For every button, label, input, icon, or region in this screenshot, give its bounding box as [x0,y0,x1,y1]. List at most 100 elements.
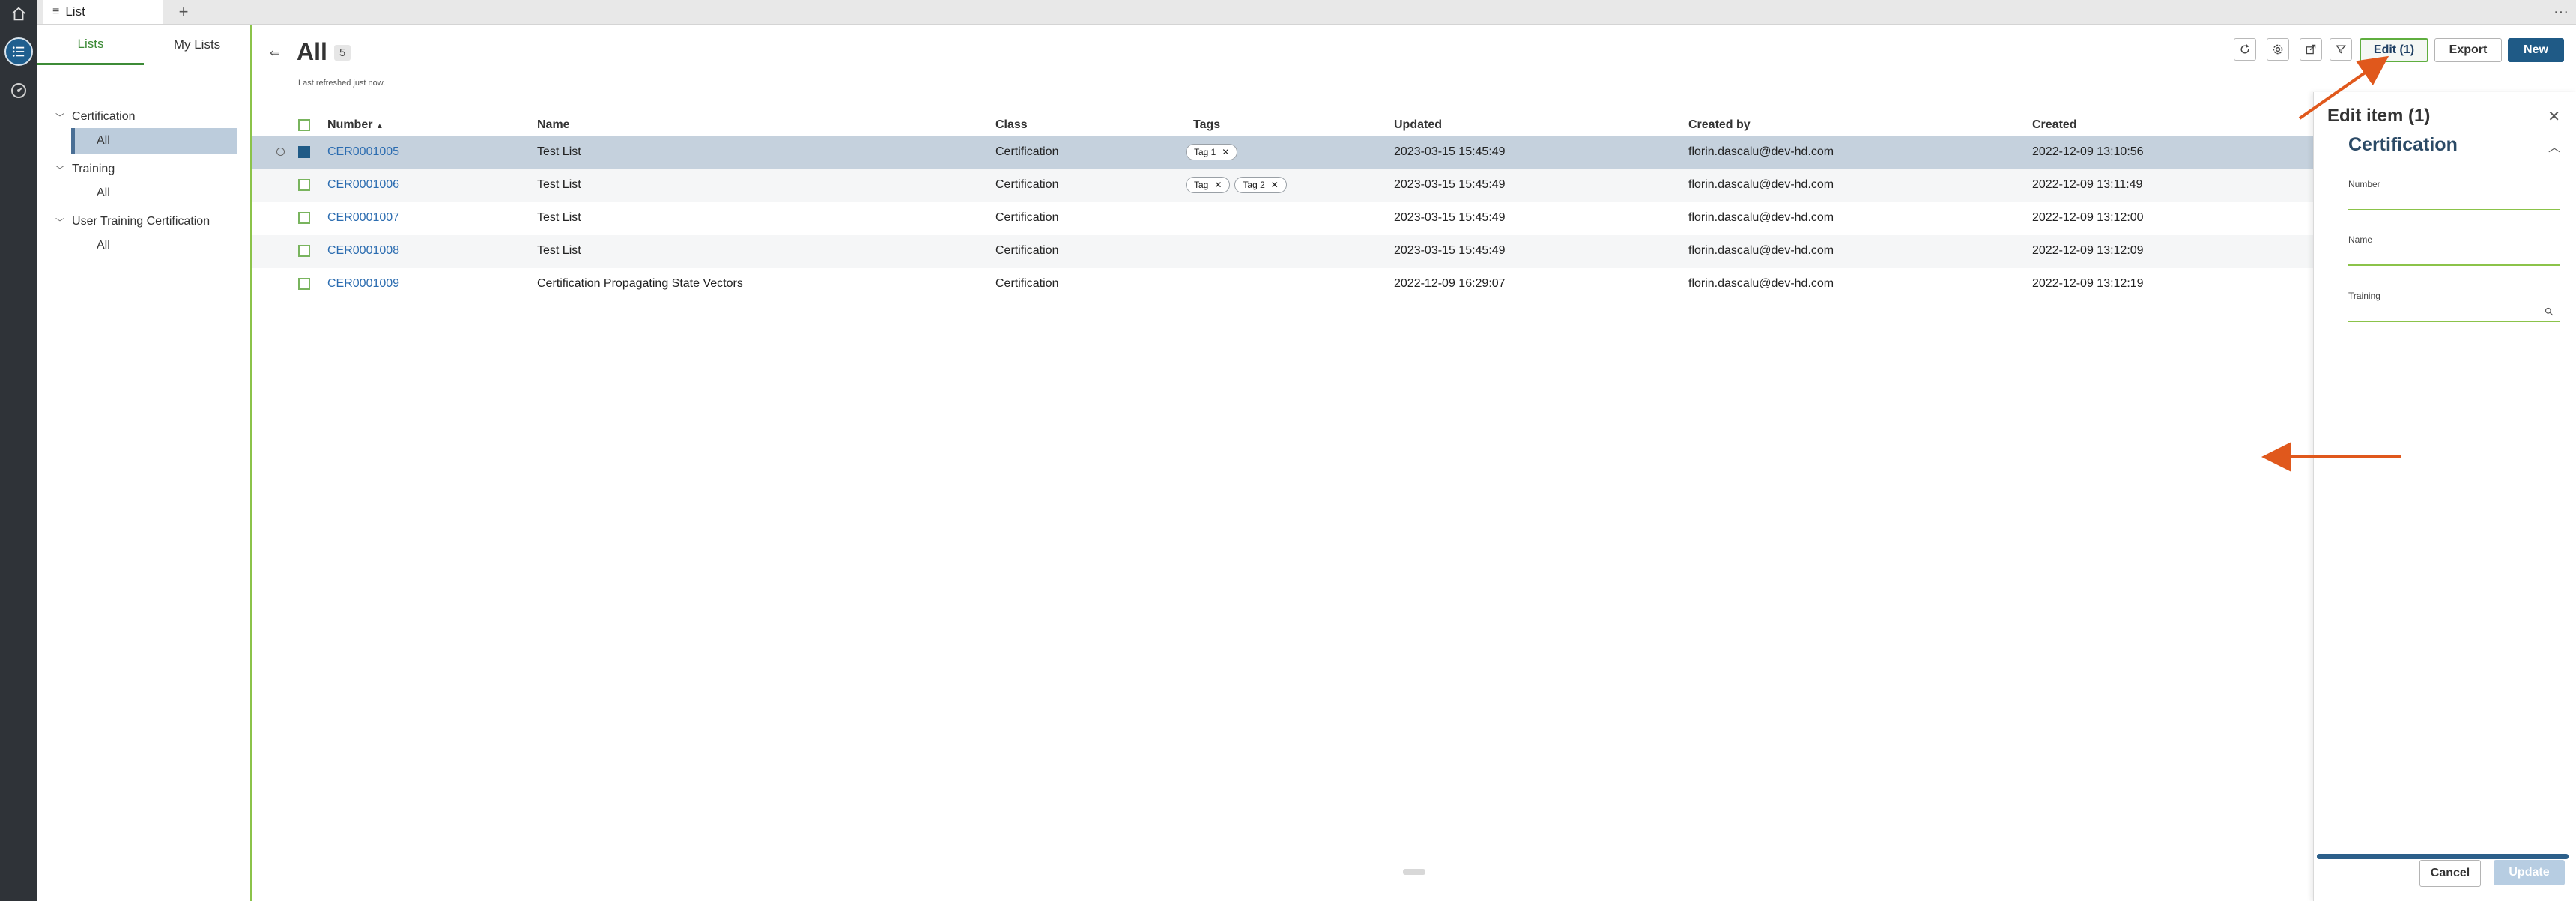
tab-label: List [65,4,85,19]
remove-tag-icon[interactable]: ✕ [1222,147,1229,157]
export-button[interactable]: Export [2434,38,2502,62]
number-input[interactable] [2348,209,2560,210]
record-class: Certification [995,211,1059,224]
row-checkbox[interactable] [298,212,310,224]
tree-group-certification[interactable]: ﹀ Certification [55,110,136,124]
edit-button[interactable]: Edit (1) [2360,38,2428,62]
edit-item-panel: Edit item (1) ✕ Certification ︿ Number N… [2313,92,2576,901]
record-number-link[interactable]: CER0001006 [327,178,399,192]
record-created: 2022-12-09 13:12:09 [2032,244,2144,257]
record-created-by: florin.dascalu@dev-hd.com [1688,145,1834,158]
record-class: Certification [995,178,1059,191]
lists-tabs: Lists My Lists [37,25,250,67]
tab-my-lists[interactable]: My Lists [144,25,250,65]
tag-chip: Tag 1 ✕ [1186,144,1238,160]
more-options-icon[interactable]: ··· [2554,0,2569,24]
name-input[interactable] [2348,264,2560,266]
record-name: Test List [537,178,581,191]
row-checkbox[interactable] [298,245,310,257]
edit-panel-title: Edit item (1) [2327,106,2431,126]
table-row[interactable]: CER0001009 Certification Propagating Sta… [252,268,2313,301]
record-updated: 2023-03-15 15:45:49 [1394,178,1506,191]
record-tags: Tag 1 ✕ [1186,144,1242,160]
name-field[interactable]: Name [2348,234,2560,266]
column-header-tags[interactable]: Tags [1193,118,1220,132]
record-tags: Tag ✕ Tag 2 ✕ [1186,177,1291,193]
horizontal-scrollbar[interactable] [1403,869,1425,875]
list-window-tab[interactable]: ≡ List [43,0,163,24]
menu-icon: ≡ [52,5,60,18]
tree-item-user-training-certification-all[interactable]: All [71,233,237,258]
chevron-down-icon: ﹀ [55,112,65,123]
remove-tag-icon[interactable]: ✕ [1214,180,1222,190]
app-rail [0,0,37,901]
filter-button[interactable] [2330,38,2352,61]
row-checkbox[interactable] [298,146,310,158]
record-created-by: florin.dascalu@dev-hd.com [1688,277,1834,290]
number-field-label: Number [2348,179,2380,189]
home-button[interactable] [4,0,33,28]
tree-group-training[interactable]: ﹀ Training [55,163,115,176]
column-header-created[interactable]: Created [2032,118,2077,132]
record-created-by: florin.dascalu@dev-hd.com [1688,211,1834,224]
lists-nav-button[interactable] [4,37,33,66]
tree-group-user-training-certification[interactable]: ﹀ User Training Certification [55,215,210,228]
record-number-link[interactable]: CER0001005 [327,145,399,159]
new-button[interactable]: New [2508,38,2564,62]
record-name: Certification Propagating State Vectors [537,277,743,290]
remove-tag-icon[interactable]: ✕ [1271,180,1279,190]
record-number-link[interactable]: CER0001008 [327,244,399,258]
tree-group-label: Training [72,163,115,175]
number-field[interactable]: Number [2348,179,2560,210]
record-created: 2022-12-09 13:11:49 [2032,178,2143,191]
tree-group-label: User Training Certification [72,215,210,228]
dashboard-nav-button[interactable] [4,76,33,105]
record-number-link[interactable]: CER0001007 [327,211,399,225]
dashboard-icon [11,83,26,98]
select-all-checkbox[interactable] [298,119,310,131]
tree-item-certification-all[interactable]: All [71,128,237,154]
close-icon[interactable]: ✕ [2548,107,2560,126]
table-row[interactable]: CER0001006 Test List Certification Tag ✕ T… [252,169,2313,202]
column-header-name[interactable]: Name [537,118,570,132]
edit-panel-section-title: Certification [2348,134,2458,155]
tree-item-training-all[interactable]: All [71,180,237,206]
column-header-number[interactable]: Number ▲ [327,118,384,132]
tag-chip: Tag 2 ✕ [1234,177,1287,193]
training-input[interactable] [2348,321,2560,322]
cancel-button[interactable]: Cancel [2419,860,2481,887]
chevron-up-icon[interactable]: ︿ [2548,137,2560,155]
filter-icon [2336,45,2346,54]
tab-lists[interactable]: Lists [37,25,144,65]
row-checkbox[interactable] [298,278,310,290]
chevron-down-icon: ﹀ [55,164,65,175]
column-header-created-by[interactable]: Created by [1688,118,1751,132]
record-created: 2022-12-09 13:12:00 [2032,211,2144,224]
add-tab-button[interactable]: + [172,0,195,24]
update-button[interactable]: Update [2494,860,2565,885]
record-number-link[interactable]: CER0001009 [327,277,399,291]
record-name: Test List [537,244,581,257]
lists-panel: Lists My Lists ﹀ Certification All ﹀ Tra… [37,25,252,901]
record-updated: 2023-03-15 15:45:49 [1394,211,1506,224]
record-updated: 2023-03-15 15:45:49 [1394,145,1506,158]
column-header-class[interactable]: Class [995,118,1028,132]
table-row[interactable]: CER0001007 Test List Certification 2023-… [252,202,2313,235]
record-created-by: florin.dascalu@dev-hd.com [1688,178,1834,191]
home-icon [12,7,25,21]
chevron-down-icon: ﹀ [55,216,65,228]
record-created: 2022-12-09 13:10:56 [2032,145,2144,158]
record-created-by: florin.dascalu@dev-hd.com [1688,244,1834,257]
search-icon[interactable] [2545,307,2554,316]
row-checkbox[interactable] [298,179,310,191]
table-row[interactable]: CER0001008 Test List Certification 2023-… [252,235,2313,268]
record-updated: 2023-03-15 15:45:49 [1394,244,1506,257]
record-class: Certification [995,244,1059,257]
column-header-updated[interactable]: Updated [1394,118,1442,132]
record-name: Test List [537,145,581,158]
data-table: Number ▲ Name Class Tags Updated Created… [252,0,2313,901]
record-created: 2022-12-09 13:12:19 [2032,277,2144,290]
training-field[interactable]: Training [2348,291,2560,322]
sort-ascending-icon: ▲ [375,122,384,130]
table-row[interactable]: CER0001005 Test List Certification Tag 1… [252,136,2313,169]
